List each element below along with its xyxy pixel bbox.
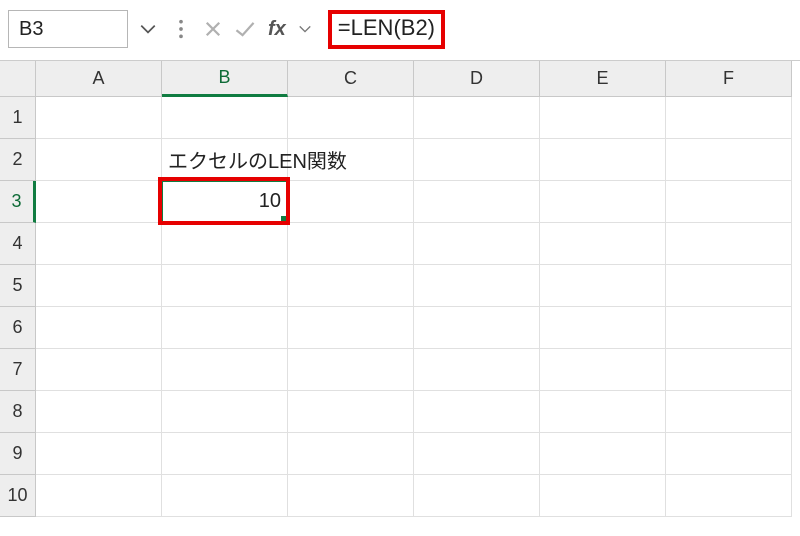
cell[interactable] [666,265,792,307]
cell[interactable] [288,265,414,307]
accept-formula-button[interactable] [232,14,258,44]
cell[interactable] [540,391,666,433]
insert-function-button[interactable]: fx [264,18,290,41]
column-header[interactable]: A [36,61,162,97]
cell[interactable] [666,307,792,349]
column-header[interactable]: E [540,61,666,97]
column-headers: ABCDEF [36,61,800,97]
cell[interactable] [540,139,666,181]
cell[interactable] [162,223,288,265]
row-header[interactable]: 8 [0,391,36,433]
cell[interactable] [162,265,288,307]
cell[interactable] [666,139,792,181]
cell[interactable] [414,181,540,223]
cell[interactable] [36,475,162,517]
cell[interactable] [414,475,540,517]
row-header[interactable]: 7 [0,349,36,391]
cell[interactable] [162,391,288,433]
cell[interactable] [36,139,162,181]
cell[interactable] [414,391,540,433]
function-dropdown[interactable] [296,22,314,36]
cell[interactable] [540,265,666,307]
cell[interactable] [540,475,666,517]
cell[interactable] [540,349,666,391]
cell[interactable] [414,265,540,307]
cell[interactable] [414,433,540,475]
formula-bar-separator [168,14,194,44]
cell[interactable] [36,265,162,307]
cell[interactable] [288,349,414,391]
cell[interactable] [666,433,792,475]
formula-text: =LEN(B2) [338,15,435,40]
cell[interactable] [540,307,666,349]
cells-grid: エクセルのLEN関数10 [36,97,792,517]
x-icon [203,19,223,39]
cell[interactable]: エクセルのLEN関数 [162,139,288,181]
cell[interactable] [666,181,792,223]
cell[interactable] [540,181,666,223]
row-header[interactable]: 2 [0,139,36,181]
cell[interactable] [414,223,540,265]
row-headers: 12345678910 [0,97,36,517]
cell[interactable] [666,349,792,391]
chevron-down-icon [298,22,312,36]
cell[interactable] [666,223,792,265]
cell[interactable] [288,139,414,181]
cell[interactable] [414,97,540,139]
cell[interactable] [666,391,792,433]
cell[interactable] [36,391,162,433]
name-box-dropdown[interactable] [134,20,162,38]
row-header[interactable]: 1 [0,97,36,139]
name-box-value: B3 [19,18,43,41]
cell[interactable] [540,223,666,265]
formula-input[interactable]: =LEN(B2) [320,10,453,48]
cell[interactable] [540,433,666,475]
row-header[interactable]: 9 [0,433,36,475]
column-header[interactable]: F [666,61,792,97]
row-header[interactable]: 3 [0,181,36,223]
name-box[interactable]: B3 [8,10,128,48]
cell[interactable] [666,97,792,139]
check-icon [234,19,256,39]
formula-highlight: =LEN(B2) [328,10,445,49]
row-header[interactable]: 4 [0,223,36,265]
cell[interactable] [288,475,414,517]
cell[interactable] [288,433,414,475]
row-header[interactable]: 5 [0,265,36,307]
cell[interactable] [36,97,162,139]
column-header[interactable]: D [414,61,540,97]
cell[interactable] [162,349,288,391]
cell[interactable] [36,223,162,265]
cell[interactable] [162,475,288,517]
column-header[interactable]: C [288,61,414,97]
cell[interactable] [36,307,162,349]
cell[interactable] [540,97,666,139]
row-header[interactable]: 10 [0,475,36,517]
cell[interactable] [288,307,414,349]
select-all-corner[interactable] [0,61,36,97]
cell[interactable] [414,139,540,181]
cell[interactable] [162,433,288,475]
cell[interactable]: 10 [162,181,288,223]
column-header[interactable]: B [162,61,288,97]
cancel-formula-button[interactable] [200,14,226,44]
cell[interactable] [36,433,162,475]
cell[interactable] [162,307,288,349]
cell[interactable] [288,223,414,265]
cell[interactable] [414,307,540,349]
cell[interactable] [36,349,162,391]
cell[interactable] [288,391,414,433]
chevron-down-icon [139,20,157,38]
row-header[interactable]: 6 [0,307,36,349]
cell[interactable] [414,349,540,391]
cell[interactable] [36,181,162,223]
formula-bar: B3 fx =LEN(B2) [0,0,800,61]
dots-vertical-icon [177,18,185,40]
cell[interactable] [288,97,414,139]
cell[interactable] [288,181,414,223]
cell[interactable] [666,475,792,517]
cell[interactable] [162,97,288,139]
